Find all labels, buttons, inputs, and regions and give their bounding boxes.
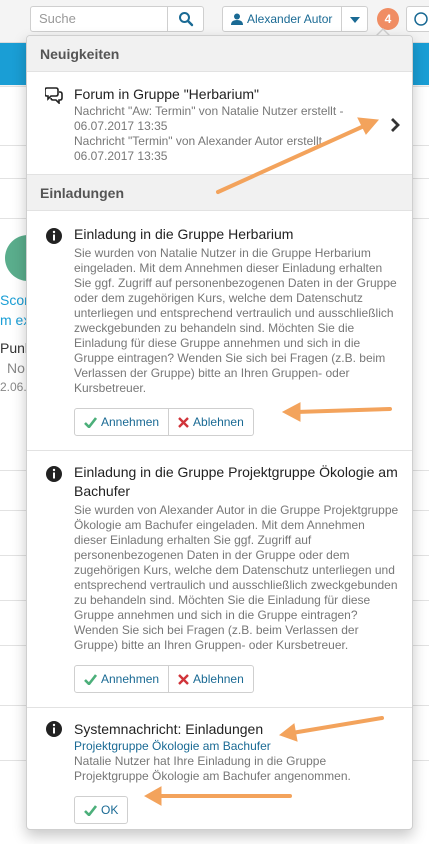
background-text: 2.06. — [0, 380, 27, 394]
close-icon — [178, 416, 189, 428]
chevron-right-icon[interactable] — [388, 116, 402, 134]
check-icon — [84, 673, 97, 685]
close-icon — [178, 673, 189, 685]
news-item-forum[interactable]: Forum in Gruppe "Herbarium" Nachricht "A… — [27, 72, 412, 175]
system-message-actions: OK — [74, 796, 400, 824]
caret-down-icon — [350, 17, 360, 23]
help-icon — [414, 12, 428, 26]
info-icon — [46, 228, 62, 244]
system-message-title: Systemnachricht: Einladungen — [74, 721, 264, 737]
info-icon — [46, 466, 62, 482]
search-button[interactable] — [168, 6, 204, 32]
invitation-title: Einladung in die Gruppe Herbarium — [74, 226, 294, 242]
accept-button[interactable]: Annehmen — [74, 665, 170, 693]
accept-button[interactable]: Annehmen — [74, 408, 170, 436]
invitation-body: Sie wurden von Alexander Autor in die Gr… — [74, 503, 399, 652]
search-input[interactable]: Suche — [30, 6, 168, 32]
invitation-item: Einladung in die Gruppe Projektgruppe Ök… — [27, 451, 412, 708]
accept-button-label: Annehmen — [101, 415, 160, 429]
invitation-item: Einladung in die Gruppe Herbarium Sie wu… — [27, 211, 412, 451]
news-item-title: Forum in Gruppe "Herbarium" — [74, 86, 260, 102]
invitation-actions: Annehmen Ablehnen — [74, 665, 400, 693]
notification-badge[interactable]: 4 — [377, 8, 399, 30]
info-icon — [46, 721, 62, 737]
user-menu-caret[interactable] — [342, 6, 368, 32]
help-button[interactable] — [406, 6, 429, 32]
decline-button[interactable]: Ablehnen — [169, 665, 254, 693]
system-message-item: Systemnachricht: Einladungen Projektgrup… — [27, 708, 412, 829]
decline-button-label: Ablehnen — [193, 672, 244, 686]
invitation-body: Sie wurden von Natalie Nutzer in die Gru… — [74, 246, 397, 395]
check-icon — [84, 416, 97, 428]
check-icon — [84, 804, 97, 816]
invitations-section-header: Einladungen — [27, 175, 412, 211]
decline-button[interactable]: Ablehnen — [169, 408, 254, 436]
background-text: No — [7, 360, 25, 376]
user-menu-button[interactable]: Alexander Autor — [222, 6, 342, 32]
user-name: Alexander Autor — [247, 12, 333, 26]
notification-dropdown: Neuigkeiten Forum in Gruppe "Herbarium" … — [26, 35, 413, 830]
news-entry: Nachricht "Aw: Termin" von Natalie Nutze… — [74, 104, 344, 133]
group-link[interactable]: Projektgruppe Ökologie am Bachufer — [74, 739, 400, 754]
ok-button[interactable]: OK — [74, 796, 129, 824]
accept-button-label: Annehmen — [101, 672, 160, 686]
ok-button-label: OK — [101, 803, 119, 817]
decline-button-label: Ablehnen — [193, 415, 244, 429]
search-icon — [179, 12, 194, 27]
news-entry: Nachricht "Termin" von Alexander Autor e… — [74, 134, 330, 163]
background-link: Scor — [0, 292, 29, 308]
news-section-header: Neuigkeiten — [27, 36, 412, 72]
forum-chat-icon — [45, 87, 63, 104]
user-icon — [231, 13, 243, 25]
system-message-body: Natalie Nutzer hat Ihre Einladung in die… — [74, 754, 351, 783]
invitation-title: Einladung in die Gruppe Projektgruppe Ök… — [74, 464, 398, 499]
invitation-actions: Annehmen Ablehnen — [74, 408, 400, 436]
